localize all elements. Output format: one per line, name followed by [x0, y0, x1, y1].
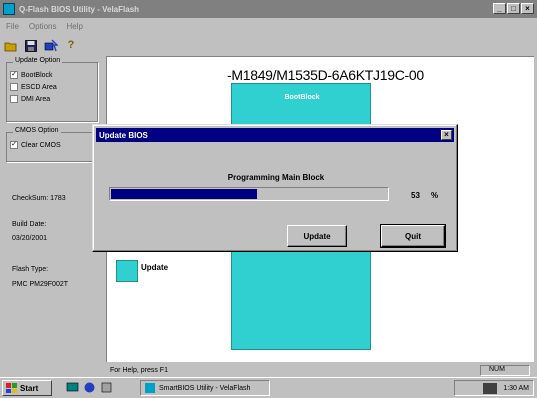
- escd-option[interactable]: ESCD Area: [10, 83, 97, 91]
- status-bar: For Help, press F1 NUM: [106, 364, 537, 376]
- progress-percent-unit: %: [431, 191, 439, 200]
- cmos-option-group: CMOS Option ✓ Clear CMOS: [6, 127, 98, 162]
- build-date-value: 03/20/2001: [12, 235, 48, 242]
- menu-file[interactable]: File: [6, 22, 19, 31]
- dmi-checkbox[interactable]: [10, 95, 18, 103]
- build-date-label: Build Date:: [12, 221, 47, 228]
- flash-type-value: PMC PM29F002T: [12, 281, 69, 288]
- clear-cmos-label: Clear CMOS: [21, 141, 61, 149]
- boot-block-label: BootBlock: [284, 94, 320, 101]
- clear-cmos-checkbox[interactable]: ✓: [10, 141, 18, 149]
- dialog-title-bar[interactable]: Update BIOS ×: [96, 128, 454, 142]
- minimize-button[interactable]: _: [493, 3, 506, 14]
- start-button[interactable]: Start: [2, 380, 52, 396]
- save-icon[interactable]: [24, 39, 38, 53]
- dialog-close-button[interactable]: ×: [441, 130, 452, 140]
- tray-clock: 1:30 AM: [503, 384, 529, 392]
- progress-status-label: Programming Main Block: [227, 173, 325, 182]
- windows-logo-icon: [6, 383, 17, 393]
- progress-percent-value: 53: [411, 191, 420, 200]
- menu-help[interactable]: Help: [66, 22, 82, 31]
- cmos-option-title: CMOS Option: [13, 127, 61, 134]
- browser-icon[interactable]: [83, 381, 96, 394]
- menu-bar: File Options Help: [0, 18, 537, 34]
- flash-icon[interactable]: [44, 39, 58, 53]
- update-legend-swatch: [116, 260, 138, 282]
- checksum-label: CheckSum: 1783: [12, 195, 66, 202]
- dmi-option[interactable]: DMI Area: [10, 95, 97, 103]
- bootblock-label: BootBlock: [21, 71, 53, 79]
- update-bios-dialog: Update BIOS × Programming Main Block 53 …: [92, 124, 458, 252]
- left-panel: Update Option ✓ BootBlock ESCD Area DMI …: [0, 56, 106, 364]
- taskbar: Start SmartBIOS Utility - VelaFlash 1:30…: [0, 377, 537, 398]
- window-controls: _ □ ×: [493, 3, 534, 14]
- escd-checkbox[interactable]: [10, 83, 18, 91]
- clear-cmos-option[interactable]: ✓ Clear CMOS: [10, 141, 97, 149]
- quit-button[interactable]: Quit: [380, 224, 446, 248]
- help-icon[interactable]: ?: [64, 39, 78, 53]
- bootblock-option[interactable]: ✓ BootBlock: [10, 71, 97, 79]
- maximize-button[interactable]: □: [507, 3, 520, 14]
- toolbar: ?: [4, 36, 78, 56]
- update-option-title: Update Option: [13, 57, 63, 64]
- window-title-bar[interactable]: Q-Flash BIOS Utility - VelaFlash _ □ ×: [0, 0, 537, 18]
- update-button[interactable]: Update: [287, 225, 347, 247]
- system-tray: 1:30 AM: [454, 380, 534, 396]
- task-app-icon: [145, 383, 155, 393]
- tray-display-icon[interactable]: [483, 382, 498, 394]
- start-label: Start: [20, 383, 39, 393]
- progress-bar-fill: [111, 189, 257, 199]
- escd-label: ESCD Area: [21, 83, 57, 91]
- app-icon: [3, 3, 15, 15]
- dialog-title: Update BIOS: [99, 130, 148, 140]
- progress-bar: [109, 187, 389, 201]
- window-title: Q-Flash BIOS Utility - VelaFlash: [19, 4, 140, 14]
- update-option-group: Update Option ✓ BootBlock ESCD Area DMI …: [6, 57, 98, 122]
- status-num-indicator: NUM: [480, 364, 530, 376]
- bootblock-checkbox[interactable]: ✓: [10, 71, 18, 79]
- dmi-label: DMI Area: [21, 95, 51, 103]
- status-help-text: For Help, press F1: [110, 366, 168, 374]
- folder-open-icon[interactable]: [4, 39, 18, 53]
- task-item-label: SmartBIOS Utility - VelaFlash: [159, 384, 251, 392]
- taskbar-item-bios-utility[interactable]: SmartBIOS Utility - VelaFlash: [140, 380, 270, 396]
- bios-model-title: -M1849/M1535D-6A6KTJ19C-00: [227, 67, 424, 83]
- close-button[interactable]: ×: [521, 3, 534, 14]
- desktop-icon[interactable]: [66, 381, 79, 394]
- menu-options[interactable]: Options: [29, 22, 57, 31]
- channel-icon[interactable]: [100, 381, 113, 394]
- quick-launch: [66, 381, 113, 394]
- update-legend-label: Update: [141, 263, 169, 272]
- flash-type-label: Flash Type:: [12, 266, 49, 273]
